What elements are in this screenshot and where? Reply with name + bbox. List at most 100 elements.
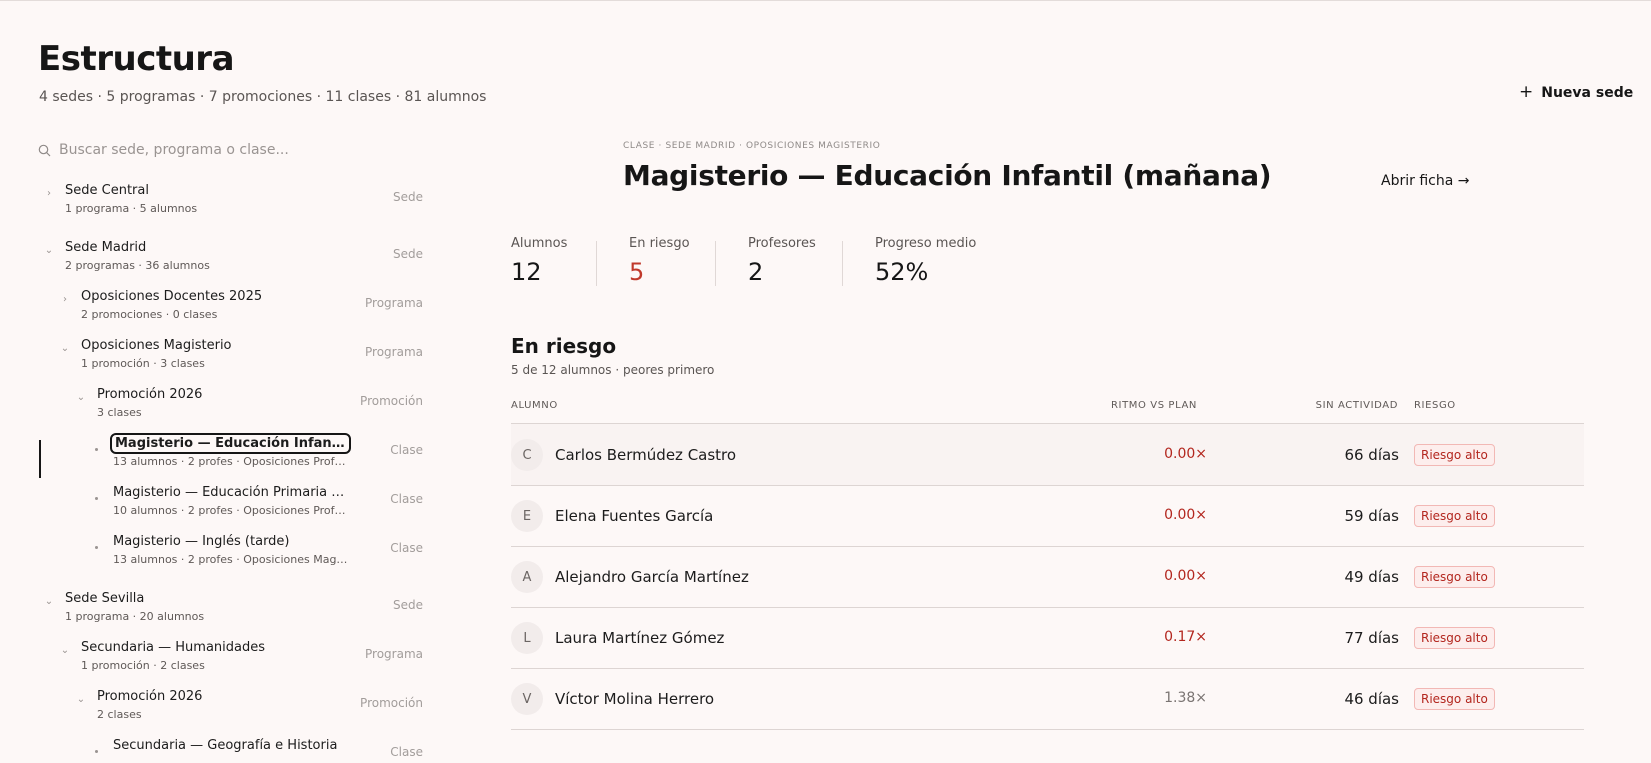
chevron-right-icon[interactable]: › [60, 295, 70, 305]
tree-item-type: Programa [365, 345, 423, 359]
divider [596, 241, 597, 286]
tree-item-meta: 10 alumnos · 2 profes · Oposiciones Prof… [113, 504, 348, 517]
tree-item-type: Promoción [360, 696, 423, 710]
new-site-button[interactable]: + Nueva sede [1519, 84, 1633, 101]
risk-badge: Riesgo alto [1414, 444, 1495, 466]
class-title: Magisterio — Educación Infantil (mañana) [623, 159, 1272, 192]
tree-item-type: Sede [393, 247, 423, 261]
tree-item-meta: 2 programas · 36 alumnos [65, 259, 210, 272]
risk-badge: Riesgo alto [1414, 505, 1495, 527]
open-file-link[interactable]: Abrir ficha → [1381, 173, 1469, 189]
tree-item-type: Promoción [360, 394, 423, 408]
tree-item-programa[interactable]: ⌄ Secundaria — Humanidades 1 promoción · 2… [0, 640, 440, 689]
tree-item-promoción[interactable]: ⌄ Promoción 2026 3 clases Promoción [0, 387, 440, 436]
tree-item-type: Clase [390, 541, 423, 555]
column-header-student[interactable]: ALUMNO [511, 400, 558, 411]
tree-item-sede[interactable]: ⌄ Sede Madrid 2 programas · 36 alumnos Sede [0, 240, 440, 289]
student-name: Laura Martínez Gómez [555, 629, 725, 647]
stat-value: 12 [511, 258, 542, 286]
tree-item-meta: 1 programa · 5 alumnos [65, 202, 198, 215]
tree-item-name: Oposiciones Magisterio [81, 338, 232, 353]
table-row[interactable]: E Elena Fuentes García 0.00× 59 días Riesgo … [511, 485, 1584, 546]
column-header-pace[interactable]: RITMO VS PLAN [1111, 400, 1197, 411]
search-bar[interactable] [38, 137, 430, 163]
inactive-days: 49 días [1344, 568, 1399, 586]
risk-badge: Riesgo alto [1414, 566, 1495, 588]
selection-indicator [39, 440, 41, 478]
tree-item-sede[interactable]: › Sede Central 1 programa · 5 alumnos Sede [0, 183, 440, 232]
chevron-down-icon[interactable]: ⌄ [44, 597, 54, 607]
stat-at-risk: En riesgo 5 [629, 236, 690, 286]
page-title: Estructura [38, 39, 235, 79]
risk-badge: Riesgo alto [1414, 688, 1495, 710]
tree-item-sede[interactable]: ⌄ Sede Sevilla 1 programa · 20 alumnos Sede [0, 591, 440, 640]
column-header-inactive[interactable]: SIN ACTIVIDAD [1316, 400, 1398, 411]
chevron-right-icon[interactable]: › [44, 189, 54, 199]
bullet-icon [95, 750, 98, 753]
breadcrumb: CLASE · SEDE MADRID · OPOSICIONES MAGIST… [623, 141, 881, 151]
student-name: Carlos Bermúdez Castro [555, 446, 737, 464]
table-row[interactable]: L Laura Martínez Gómez 0.17× 77 días Riesgo … [511, 607, 1584, 668]
table-row[interactable]: C Carlos Bermúdez Castro 0.00× 66 días Riesg… [511, 424, 1584, 485]
tree-item-name: Promoción 2026 [97, 387, 203, 402]
tree-item-meta: 13 alumnos · 2 profes · Oposiciones Prof… [113, 455, 348, 468]
tree-item-meta: 1 programa · 20 alumnos [65, 610, 205, 623]
stat-label: Alumnos [511, 236, 568, 251]
chevron-down-icon[interactable]: ⌄ [44, 246, 54, 256]
tree-item-type: Sede [393, 598, 423, 612]
divider [715, 241, 716, 286]
inactive-days: 59 días [1344, 507, 1399, 525]
risk-section-subtitle: 5 de 12 alumnos · peores primero [511, 363, 715, 377]
avatar: V [511, 683, 543, 715]
tree-item-programa[interactable]: ⌄ Oposiciones Magisterio 1 promoción · 3 c… [0, 338, 440, 387]
avatar: C [511, 439, 543, 471]
chevron-down-icon[interactable]: ⌄ [76, 393, 86, 403]
search-input[interactable] [59, 142, 419, 158]
student-name: Elena Fuentes García [555, 507, 714, 525]
tree-item-programa[interactable]: › Oposiciones Docentes 2025 2 promociones … [0, 289, 440, 338]
stat-label: En riesgo [629, 236, 690, 251]
divider [842, 241, 843, 286]
tree-item-name: Magisterio — Educación Infantil (mañana) [110, 433, 351, 454]
inactive-days: 46 días [1344, 690, 1399, 708]
tree-item-type: Programa [365, 647, 423, 661]
pace-value: 0.00× [1164, 507, 1207, 523]
tree-item-name: Sede Madrid [65, 240, 147, 255]
stat-value: 2 [748, 258, 764, 286]
chevron-down-icon[interactable]: ⌄ [60, 344, 70, 354]
tree-item-type: Clase [390, 745, 423, 759]
tree-item-name: Secundaria — Humanidades [81, 640, 266, 655]
tree-item-name: Promoción 2026 [97, 689, 203, 704]
tree-item-name: Magisterio — Educación Primaria (tarde) [113, 485, 348, 500]
stat-label: Progreso medio [875, 236, 977, 251]
tree-item-clase[interactable]: Magisterio — Educación Infantil (mañana)… [0, 433, 440, 485]
inactive-days: 77 días [1344, 629, 1399, 647]
tree-item-meta: 13 alumnos · 2 profes · Oposiciones Magi… [113, 553, 348, 566]
chevron-down-icon[interactable]: ⌄ [60, 646, 70, 656]
pace-value: 0.17× [1164, 629, 1207, 645]
tree-item-name: Sede Sevilla [65, 591, 145, 606]
risk-section-title: En riesgo [511, 334, 617, 358]
column-header-risk[interactable]: RIESGO [1414, 400, 1456, 411]
tree-item-clase[interactable]: Magisterio — Inglés (tarde) 13 alumnos · … [0, 534, 440, 583]
table-row[interactable]: A Alejandro García Martínez 0.00× 49 días Ri… [511, 546, 1584, 607]
avatar: E [511, 500, 543, 532]
inactive-days: 66 días [1344, 446, 1399, 464]
tree-item-clase[interactable]: Secundaria — Geografía e Historia Clase [0, 738, 440, 763]
tree-item-meta: 2 promociones · 0 clases [81, 308, 218, 321]
page-subtitle: 4 sedes · 5 programas · 7 promociones · … [39, 89, 487, 105]
avatar: A [511, 561, 543, 593]
structure-tree: › Sede Central 1 programa · 5 alumnos Sede ⌄… [0, 183, 440, 763]
stat-value: 5 [629, 258, 645, 286]
pace-value: 0.00× [1164, 568, 1207, 584]
table-row[interactable]: V Víctor Molina Herrero 1.38× 46 días Riesgo… [511, 668, 1584, 729]
tree-item-promoción[interactable]: ⌄ Promoción 2026 2 clases Promoción [0, 689, 440, 738]
tree-item-type: Clase [390, 443, 423, 457]
new-site-label: Nueva sede [1541, 84, 1634, 101]
pace-value: 0.00× [1164, 446, 1207, 462]
stat-teachers: Profesores 2 [748, 236, 816, 286]
bullet-icon [95, 546, 98, 549]
chevron-down-icon[interactable]: ⌄ [76, 695, 86, 705]
tree-item-meta: 2 clases [97, 708, 142, 721]
tree-item-clase[interactable]: Magisterio — Educación Primaria (tarde) 1… [0, 485, 440, 534]
